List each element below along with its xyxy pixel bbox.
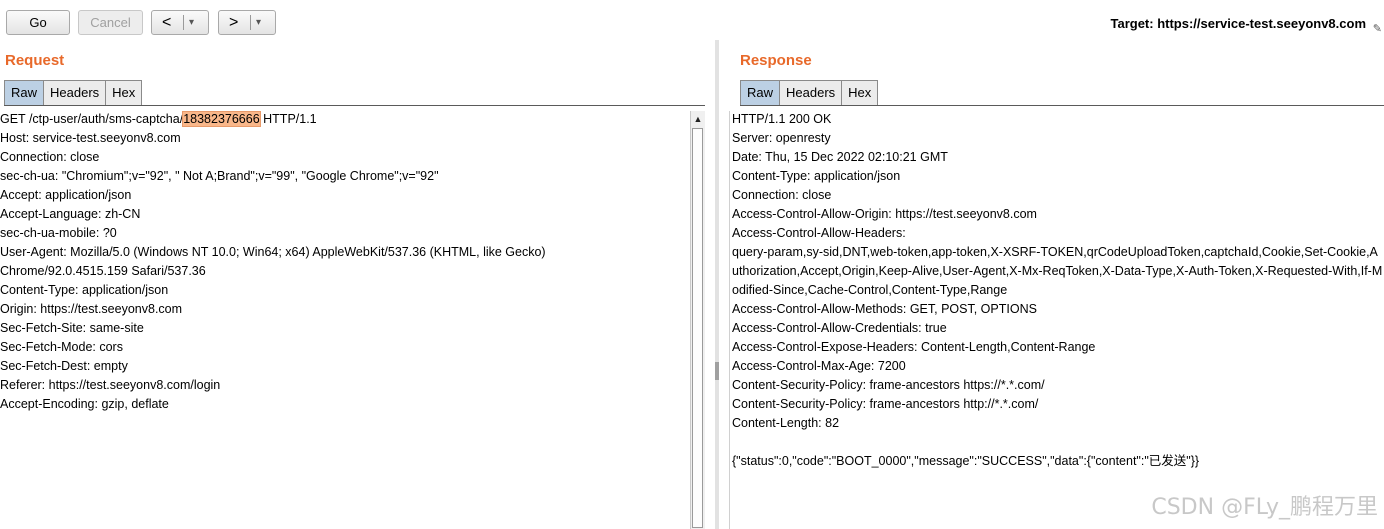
response-line: Access-Control-Allow-Methods: GET, POST,…	[732, 302, 1037, 316]
response-tabs: Raw Headers Hex	[740, 80, 879, 106]
request-line: Connection: close	[0, 150, 100, 164]
request-line: Accept-Encoding: gzip, deflate	[0, 397, 169, 411]
request-tab-headers[interactable]: Headers	[43, 80, 107, 105]
response-line: Access-Control-Max-Age: 7200	[732, 359, 906, 373]
request-line: Sec-Fetch-Site: same-site	[0, 321, 144, 335]
pane-splitter[interactable]	[715, 40, 719, 529]
cancel-button[interactable]: Cancel	[78, 10, 143, 35]
request-line: Origin: https://test.seeyonv8.com	[0, 302, 183, 316]
selected-phone-number[interactable]: 18382376666	[182, 111, 261, 127]
request-line: Referer: https://test.seeyonv8.com/login	[0, 378, 221, 392]
request-line: sec-ch-ua-mobile: ?0	[0, 226, 117, 240]
response-line: Connection: close	[732, 188, 832, 202]
back-arrow-icon: <	[162, 14, 172, 31]
response-line: odified-Since,Cache-Control,Content-Type…	[732, 283, 1008, 297]
response-raw-text[interactable]: HTTP/1.1 200 OK Server: openresty Date: Th…	[732, 110, 1384, 529]
response-line: Date: Thu, 15 Dec 2022 02:10:21 GMT	[732, 150, 948, 164]
request-tab-underline	[4, 105, 705, 106]
request-line: GET /ctp-user/auth/sms-captcha/183823766…	[0, 111, 317, 127]
request-line: Content-Type: application/json	[0, 283, 169, 297]
response-line: Access-Control-Allow-Credentials: true	[732, 321, 947, 335]
back-button[interactable]: < ▾	[151, 10, 209, 35]
response-line: Server: openresty	[732, 131, 831, 145]
request-line: sec-ch-ua: "Chromium";v="92", " Not A;Br…	[0, 169, 439, 183]
request-line: Sec-Fetch-Mode: cors	[0, 340, 123, 354]
response-tab-headers[interactable]: Headers	[779, 80, 843, 105]
request-tabs: Raw Headers Hex	[4, 80, 143, 106]
response-line: Content-Security-Policy: frame-ancestors…	[732, 378, 1045, 392]
forward-button[interactable]: > ▾	[218, 10, 276, 35]
response-line: Content-Security-Policy: frame-ancestors…	[732, 397, 1039, 411]
forward-history-dropdown-icon[interactable]: ▾	[256, 11, 261, 34]
request-line: Chrome/92.0.4515.159 Safari/537.36	[0, 264, 206, 278]
response-line: uthorization,Accept,Origin,Keep-Alive,Us…	[732, 264, 1383, 278]
request-raw-text[interactable]: GET /ctp-user/auth/sms-captcha/183823766…	[0, 110, 690, 529]
scroll-up-icon[interactable]: ▲	[692, 112, 704, 126]
button-separator	[250, 15, 251, 30]
request-line: Accept-Language: zh-CN	[0, 207, 141, 221]
response-line: Access-Control-Expose-Headers: Content-L…	[732, 340, 1096, 354]
response-border	[729, 111, 730, 529]
watermark: CSDN @FLy_鹏程万里	[1151, 495, 1378, 520]
response-line: HTTP/1.1 200 OK	[732, 112, 832, 126]
response-line: Access-Control-Allow-Headers:	[732, 226, 906, 240]
forward-arrow-icon: >	[229, 14, 239, 31]
scrollbar-thumb[interactable]	[692, 128, 703, 528]
go-button[interactable]: Go	[6, 10, 70, 35]
request-line: Accept: application/json	[0, 188, 132, 202]
request-title: Request	[5, 52, 65, 69]
response-tab-underline	[740, 105, 1384, 106]
splitter-grip-icon[interactable]	[715, 362, 719, 380]
response-line: {"status":0,"code":"BOOT_0000","message"…	[732, 454, 1200, 468]
request-tab-hex[interactable]: Hex	[105, 80, 143, 105]
response-tab-raw[interactable]: Raw	[740, 80, 781, 105]
response-line	[732, 433, 1384, 452]
edit-target-icon[interactable]: ✎	[1373, 22, 1382, 35]
button-separator	[183, 15, 184, 30]
request-line: Sec-Fetch-Dest: empty	[0, 359, 128, 373]
target-label: Target: https://service-test.seeyonv8.co…	[1110, 16, 1366, 31]
response-title: Response	[740, 52, 812, 69]
request-scrollbar[interactable]: ▲	[690, 111, 705, 529]
request-tab-raw[interactable]: Raw	[4, 80, 45, 105]
request-line: User-Agent: Mozilla/5.0 (Windows NT 10.0…	[0, 245, 546, 259]
back-history-dropdown-icon[interactable]: ▾	[189, 11, 194, 34]
response-line: Content-Type: application/json	[732, 169, 901, 183]
response-line: Content-Length: 82	[732, 416, 840, 430]
request-line: Host: service-test.seeyonv8.com	[0, 131, 181, 145]
response-line: Access-Control-Allow-Origin: https://tes…	[732, 207, 1037, 221]
response-line: query-param,sy-sid,DNT,web-token,app-tok…	[732, 245, 1378, 259]
response-tab-hex[interactable]: Hex	[841, 80, 879, 105]
